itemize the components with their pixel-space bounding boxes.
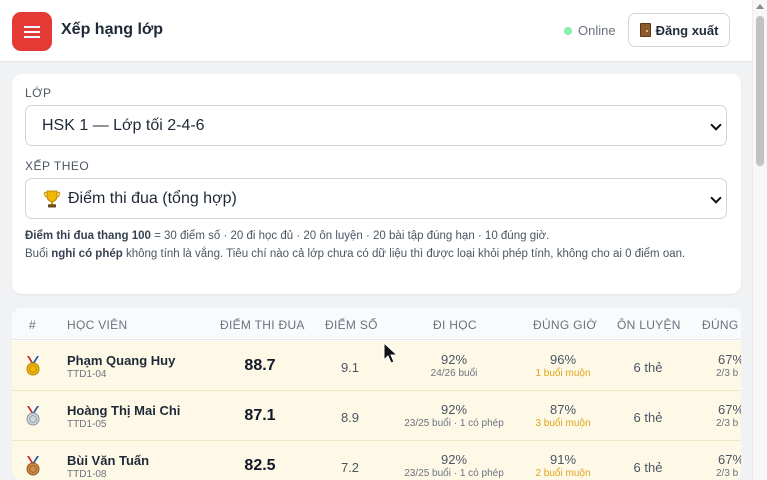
attendance-detail: 23/25 buổi · 1 có phép: [404, 418, 504, 429]
note-text-1: = 30 điểm số · 20 đi học đủ · 20 ôn luyệ…: [150, 230, 550, 242]
class-label: LỚP: [25, 86, 52, 100]
class-select-value: HSK 1 — Lớp tối 2-4-6: [42, 116, 205, 134]
attendance-percent: 92%: [440, 402, 468, 417]
practice-count: 6 thẻ: [633, 360, 663, 375]
note-text-2b: không tính là vắng. Tiêu chí nào cả lớp …: [122, 248, 686, 260]
header-student[interactable]: HỌC VIÊN: [67, 318, 127, 332]
scoring-note: Điểm thi đua thang 100 = 30 điểm số · 20…: [25, 227, 725, 263]
menu-button[interactable]: [12, 12, 52, 51]
header-practice[interactable]: ÔN LUYỆN: [617, 318, 681, 332]
gold-medal-icon: [26, 356, 40, 376]
filter-card: LỚP HSK 1 — Lớp tối 2-4-6 XẾP THEO Điểm …: [12, 74, 741, 294]
practice-count: 6 thẻ: [633, 410, 663, 425]
student-code: TTD1-05: [67, 419, 107, 430]
page-title: Xếp hạng lớp: [61, 21, 164, 38]
scroll-up-arrow-icon[interactable]: [756, 4, 764, 9]
scroll-thumb[interactable]: [756, 16, 764, 166]
silver-medal-icon: [26, 406, 40, 426]
chevron-down-icon: [710, 119, 722, 131]
note-text-2a: Buổi: [25, 248, 52, 260]
online-status-label: Online: [578, 23, 616, 38]
punctual-percent: 91%: [549, 452, 577, 467]
page-scrollbar[interactable]: [752, 0, 767, 480]
grade-value: 7.2: [340, 460, 360, 475]
online-status: Online: [564, 23, 616, 38]
sort-label: XẾP THEO: [25, 159, 90, 173]
late-count: 2 buổi muộn: [535, 468, 591, 479]
table-header: # HỌC VIÊN ĐIỂM THI ĐUA ĐIỂM SỐ ĐI HỌC Đ…: [12, 308, 741, 340]
trophy-icon: [43, 190, 61, 207]
late-count: 3 buổi muộn: [535, 418, 591, 429]
grade-value: 9.1: [340, 360, 360, 375]
homework-detail: 2/3 b: [716, 418, 739, 429]
sort-select[interactable]: Điểm thi đua (tổng hợp): [25, 178, 727, 219]
header-score[interactable]: ĐIỂM THI ĐUA: [220, 318, 305, 332]
note-bold-2: nghỉ có phép: [51, 248, 123, 260]
bronze-medal-icon: [26, 456, 40, 476]
student-name: Phạm Quang Huy: [67, 353, 176, 368]
homework-detail: 2/3 b: [716, 368, 739, 379]
homework-percent: 67%: [718, 452, 741, 467]
attendance-percent: 92%: [440, 352, 468, 367]
total-score: 82.5: [244, 457, 276, 474]
table-row[interactable]: Bùi Văn Tuấn TTD1-08 82.5 7.2 92% 23/25 …: [12, 441, 741, 480]
attendance-detail: 24/26 buổi: [430, 368, 478, 379]
header-grade[interactable]: ĐIỂM SỐ: [325, 318, 378, 332]
top-bar: Xếp hạng lớp Online Đăng xuất: [0, 0, 752, 62]
note-bold-1: Điểm thi đua thang 100: [25, 230, 151, 242]
attendance-detail: 23/25 buổi · 1 có phép: [404, 468, 504, 479]
header-rank: #: [29, 318, 36, 332]
practice-count: 6 thẻ: [633, 460, 663, 475]
header-punctual[interactable]: ĐÚNG GIỜ: [533, 318, 597, 332]
student-code: TTD1-08: [67, 469, 107, 480]
header-attendance[interactable]: ĐI HỌC: [433, 318, 477, 332]
punctual-percent: 96%: [549, 352, 577, 367]
grade-value: 8.9: [340, 410, 360, 425]
header-homework[interactable]: ĐÚNG: [702, 318, 739, 332]
student-name: Hoàng Thị Mai Chi: [67, 403, 181, 418]
door-icon: [639, 23, 651, 37]
table-row[interactable]: Phạm Quang Huy TTD1-04 88.7 9.1 92% 24/2…: [12, 341, 741, 391]
logout-label: Đăng xuất: [655, 22, 719, 38]
homework-percent: 67%: [718, 352, 741, 367]
ranking-table: # HỌC VIÊN ĐIỂM THI ĐUA ĐIỂM SỐ ĐI HỌC Đ…: [12, 308, 741, 480]
student-code: TTD1-04: [67, 369, 107, 380]
total-score: 88.7: [244, 357, 276, 374]
homework-detail: 2/3 b: [716, 468, 739, 479]
sort-select-value: Điểm thi đua (tổng hợp): [68, 189, 237, 207]
student-name: Bùi Văn Tuấn: [67, 453, 150, 468]
punctual-percent: 87%: [549, 402, 577, 417]
logout-button[interactable]: Đăng xuất: [628, 13, 730, 47]
hamburger-icon: [24, 25, 40, 38]
status-dot-icon: [564, 26, 572, 35]
homework-percent: 67%: [718, 402, 741, 417]
total-score: 87.1: [244, 407, 276, 424]
mouse-cursor-icon: [383, 342, 399, 364]
table-row[interactable]: Hoàng Thị Mai Chi TTD1-05 87.1 8.9 92% 2…: [12, 391, 741, 441]
chevron-down-icon: [710, 192, 722, 204]
class-select[interactable]: HSK 1 — Lớp tối 2-4-6: [25, 105, 727, 146]
late-count: 1 buổi muộn: [535, 368, 591, 379]
attendance-percent: 92%: [440, 452, 468, 467]
